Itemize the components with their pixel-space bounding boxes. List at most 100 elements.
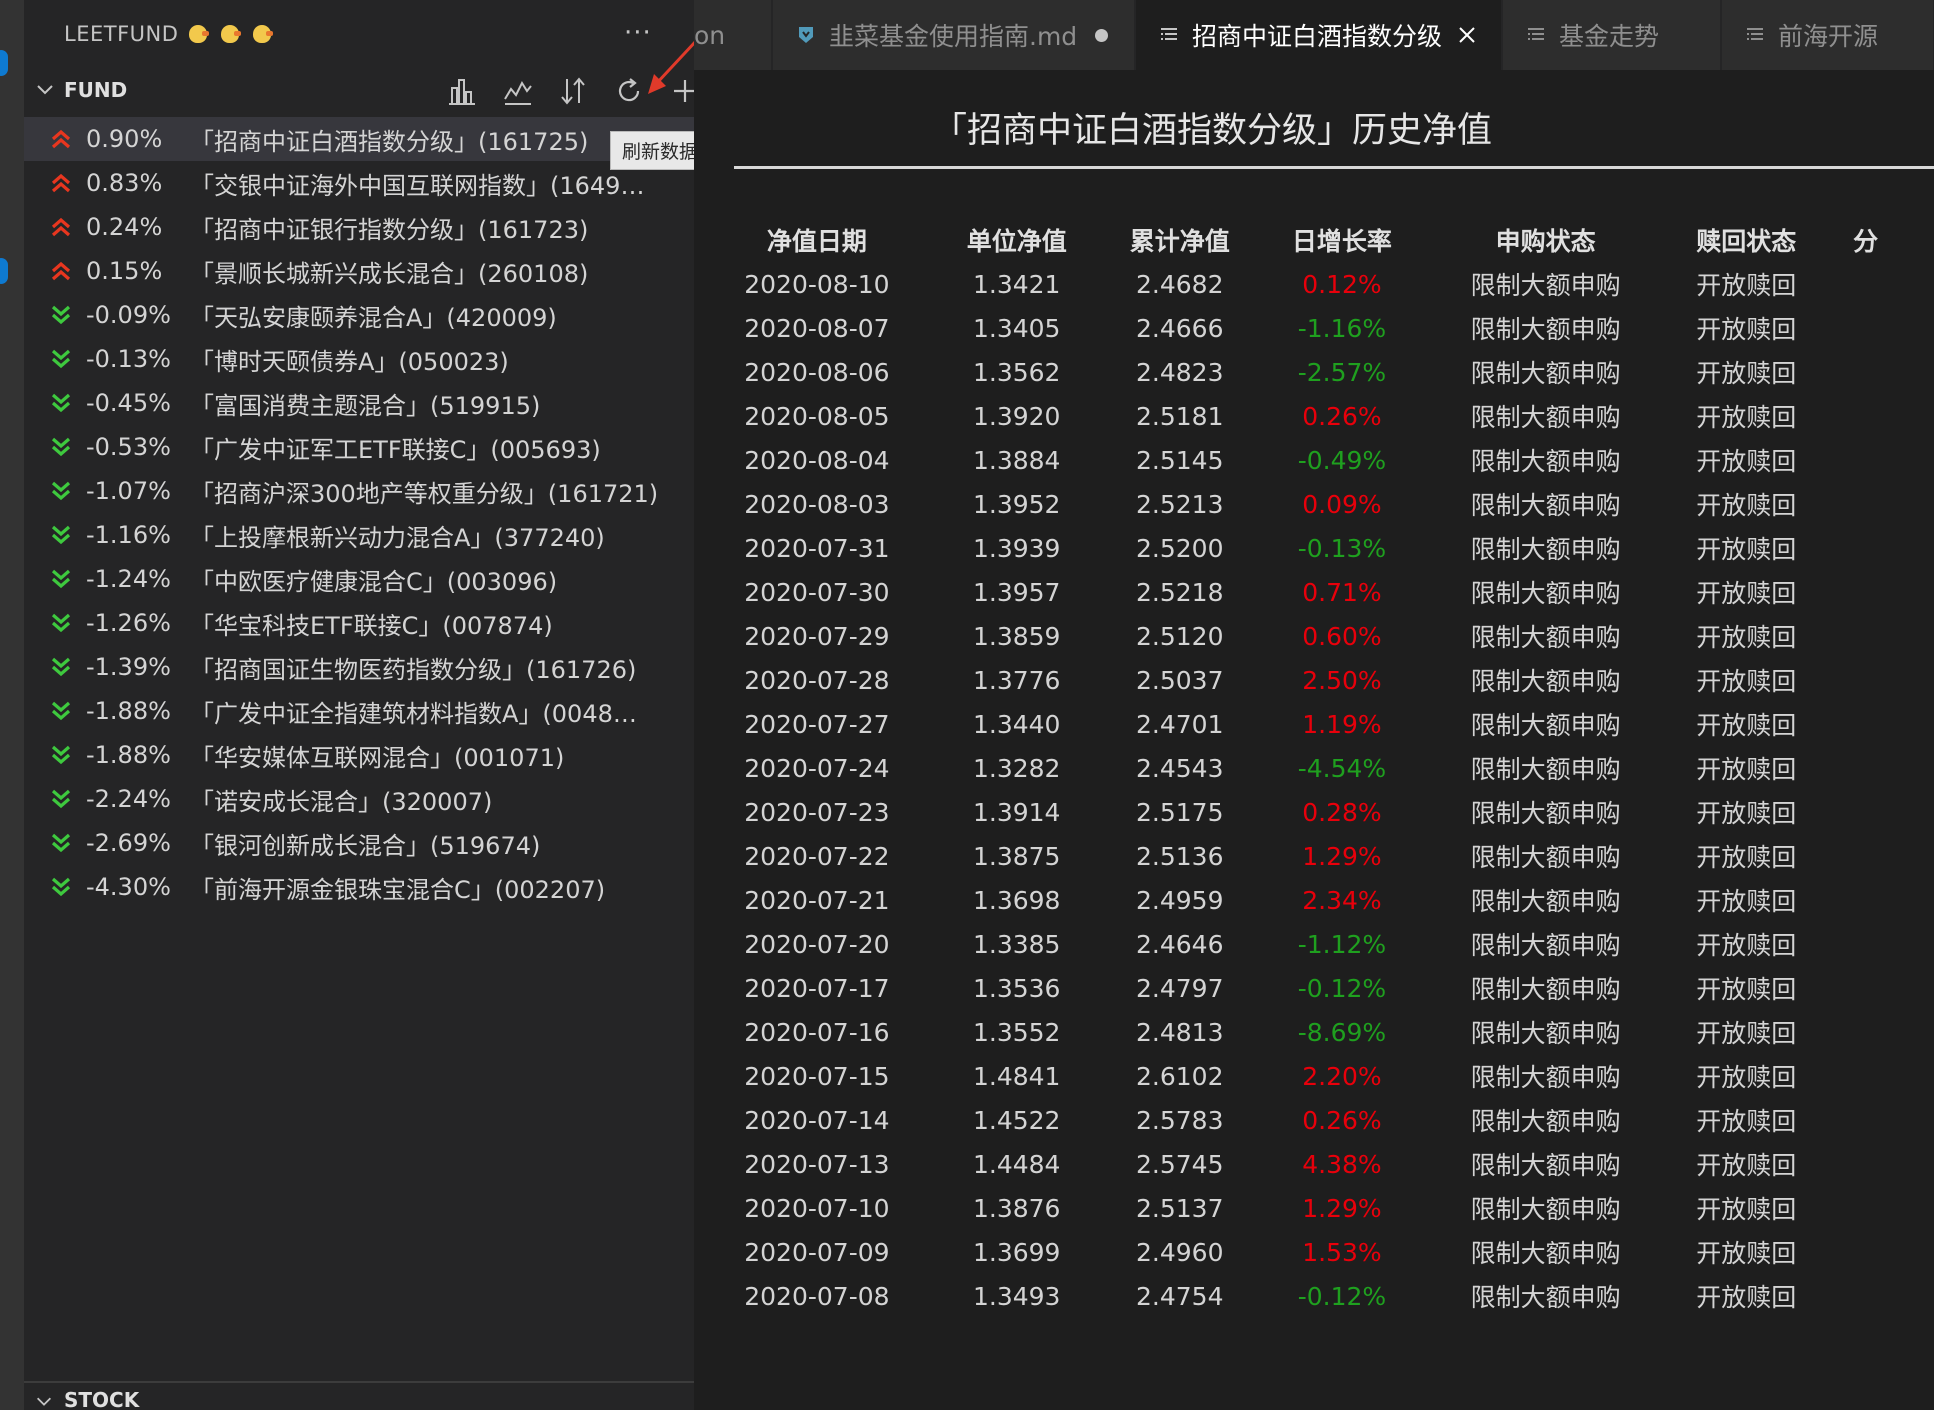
chick-icon — [186, 23, 210, 45]
redeem-status: 开放赎回 — [1696, 403, 1797, 432]
fund-list-item[interactable]: -2.69% 「银河创新成长混合」(519674) — [24, 821, 694, 865]
redeem-status: 开放赎回 — [1696, 1151, 1797, 1180]
activity-badge[interactable] — [0, 50, 8, 76]
fund-name: 「前海开源金银珠宝混合C」(002207) — [190, 875, 606, 904]
activity-badge[interactable] — [0, 258, 8, 284]
fund-change-pct: 0.24% — [86, 213, 163, 241]
fund-list-item[interactable]: -4.30% 「前海开源金银珠宝混合C」(002207) — [24, 865, 694, 909]
redeem-status: 开放赎回 — [1696, 711, 1797, 740]
stock-section-header[interactable]: STOCK — [24, 1385, 694, 1410]
fund-list-item[interactable]: -0.13% 「博时天颐债券A」(050023) — [24, 337, 694, 381]
unit-nav: 1.3884 — [972, 445, 1061, 475]
fund-list-item[interactable]: -1.16% 「上投摩根新兴动力混合A」(377240) — [24, 513, 694, 557]
fund-list-item[interactable]: -1.88% 「广发中证全指建筑材料指数A」(0048… — [24, 689, 694, 733]
nav-date: 2020-08-06 — [744, 357, 890, 387]
accumulated-nav: 2.4754 — [1136, 1281, 1224, 1311]
fund-name: 「景顺长城新兴成长混合」(260108) — [190, 259, 589, 288]
sort-icon[interactable] — [556, 74, 590, 108]
redeem-status: 开放赎回 — [1696, 447, 1797, 476]
line-chart-icon[interactable] — [500, 74, 534, 108]
fund-change-pct: -0.53% — [86, 433, 171, 461]
daily-growth-rate: -4.54% — [1297, 753, 1387, 783]
redeem-status: 开放赎回 — [1696, 1107, 1797, 1136]
column-header: 净值日期 — [766, 227, 867, 256]
double-chevron-up-icon — [51, 129, 71, 149]
double-chevron-down-icon — [51, 437, 71, 457]
table-row: 2020-07-27 1.3440 2.4701 1.19% 限制大额申购 开放赎回 — [694, 702, 1934, 746]
chick-icon — [250, 23, 274, 45]
fund-list-item[interactable]: 0.83% 「交银中证海外中国互联网指数」(1649… — [24, 161, 694, 205]
accumulated-nav: 2.4666 — [1136, 313, 1224, 343]
double-chevron-down-icon — [51, 613, 71, 633]
redeem-status: 开放赎回 — [1696, 271, 1797, 300]
table-cell — [1819, 438, 1934, 482]
fund-name: 「交银中证海外中国互联网指数」(1649… — [190, 171, 645, 200]
unit-nav: 1.3493 — [972, 1281, 1061, 1311]
fund-list-item[interactable]: -1.24% 「中欧医疗健康混合C」(003096) — [24, 557, 694, 601]
nav-date: 2020-07-09 — [744, 1237, 890, 1267]
tab-fund-trend[interactable]: 基金走势 — [1503, 0, 1721, 70]
preview-icon — [1747, 28, 1763, 40]
fund-name: 「招商中证白酒指数分级」(161725) — [190, 127, 589, 156]
daily-growth-rate: -1.12% — [1297, 929, 1387, 959]
unsaved-dot-icon[interactable] — [1095, 28, 1109, 42]
unit-nav: 1.4484 — [972, 1149, 1061, 1179]
fund-list-item[interactable]: -1.88% 「华安媒体互联网混合」(001071) — [24, 733, 694, 777]
preview-icon — [1161, 28, 1177, 40]
tab-baijiu-fund[interactable]: 招商中证白酒指数分级 — [1136, 0, 1502, 70]
daily-growth-rate: 4.38% — [1302, 1149, 1382, 1179]
purchase-status: 限制大额申购 — [1470, 887, 1621, 916]
nav-date: 2020-08-07 — [744, 313, 890, 343]
nav-date: 2020-07-31 — [744, 533, 890, 563]
column-header: 累计净值 — [1129, 227, 1230, 256]
purchase-status: 限制大额申购 — [1470, 1239, 1621, 1268]
refresh-icon[interactable] — [612, 74, 646, 108]
fund-list-item[interactable]: 0.15% 「景顺长城新兴成长混合」(260108) — [24, 249, 694, 293]
fund-change-pct: -0.09% — [86, 301, 171, 329]
table-cell — [1819, 262, 1934, 306]
fund-change-pct: 0.90% — [86, 125, 163, 153]
double-chevron-down-icon — [51, 833, 71, 853]
unit-nav: 1.3421 — [972, 269, 1061, 299]
fund-list-item[interactable]: -1.39% 「招商国证生物医药指数分级」(161726) — [24, 645, 694, 689]
unit-nav: 1.3914 — [972, 797, 1061, 827]
redeem-status: 开放赎回 — [1696, 1019, 1797, 1048]
daily-growth-rate: -0.13% — [1297, 533, 1387, 563]
nav-date: 2020-07-15 — [744, 1061, 890, 1091]
fund-list-item[interactable]: -1.26% 「华宝科技ETF联接C」(007874) — [24, 601, 694, 645]
activity-bar — [0, 0, 24, 1410]
nav-date: 2020-07-16 — [744, 1017, 890, 1047]
tab-markdown-guide[interactable]: 韭菜基金使用指南.md — [773, 0, 1135, 70]
accumulated-nav: 2.4682 — [1136, 269, 1224, 299]
table-cell — [1819, 790, 1934, 834]
double-chevron-down-icon — [51, 349, 71, 369]
unit-nav: 1.3875 — [972, 841, 1061, 871]
daily-growth-rate: -1.16% — [1297, 313, 1387, 343]
table-row: 2020-07-20 1.3385 2.4646 -1.12% 限制大额申购 开放赎回 — [694, 922, 1934, 966]
fund-list-item[interactable]: -2.24% 「诺安成长混合」(320007) — [24, 777, 694, 821]
table-row: 2020-07-08 1.3493 2.4754 -0.12% 限制大额申购 开放赎回 — [694, 1274, 1934, 1318]
nav-date: 2020-07-23 — [744, 797, 890, 827]
fund-section-header[interactable]: FUND — [24, 74, 696, 110]
tab-qianhai-fund[interactable]: 前海开源 — [1722, 0, 1934, 70]
fund-list-item[interactable]: -0.09% 「天弘安康颐养混合A」(420009) — [24, 293, 694, 337]
sidebar-title: LEETFUND — [64, 22, 274, 46]
fund-list-item[interactable]: -0.53% 「广发中证军工ETF联接C」(005693) — [24, 425, 694, 469]
unit-nav: 1.3952 — [972, 489, 1061, 519]
purchase-status: 限制大额申购 — [1470, 535, 1621, 564]
markdown-icon — [799, 27, 813, 43]
daily-growth-rate: 0.09% — [1302, 489, 1382, 519]
fund-change-pct: -1.24% — [86, 565, 171, 593]
fund-list-item[interactable]: -0.45% 「富国消费主题混合」(519915) — [24, 381, 694, 425]
fund-list-item[interactable]: 0.90% 「招商中证白酒指数分级」(161725) — [24, 117, 694, 161]
nav-date: 2020-07-24 — [744, 753, 890, 783]
fund-change-pct: 0.83% — [86, 169, 163, 197]
fund-name: 「招商沪深300地产等权重分级」(161721) — [190, 479, 659, 508]
close-icon[interactable] — [1456, 24, 1478, 46]
fund-list-item[interactable]: 0.24% 「招商中证银行指数分级」(161723) — [24, 205, 694, 249]
fund-list-item[interactable]: -1.07% 「招商沪深300地产等权重分级」(161721) — [24, 469, 694, 513]
fund-change-pct: -0.13% — [86, 345, 171, 373]
fund-change-pct: -1.39% — [86, 653, 171, 681]
bar-chart-icon[interactable] — [444, 74, 478, 108]
tab-partial[interactable]: on — [694, 0, 772, 70]
